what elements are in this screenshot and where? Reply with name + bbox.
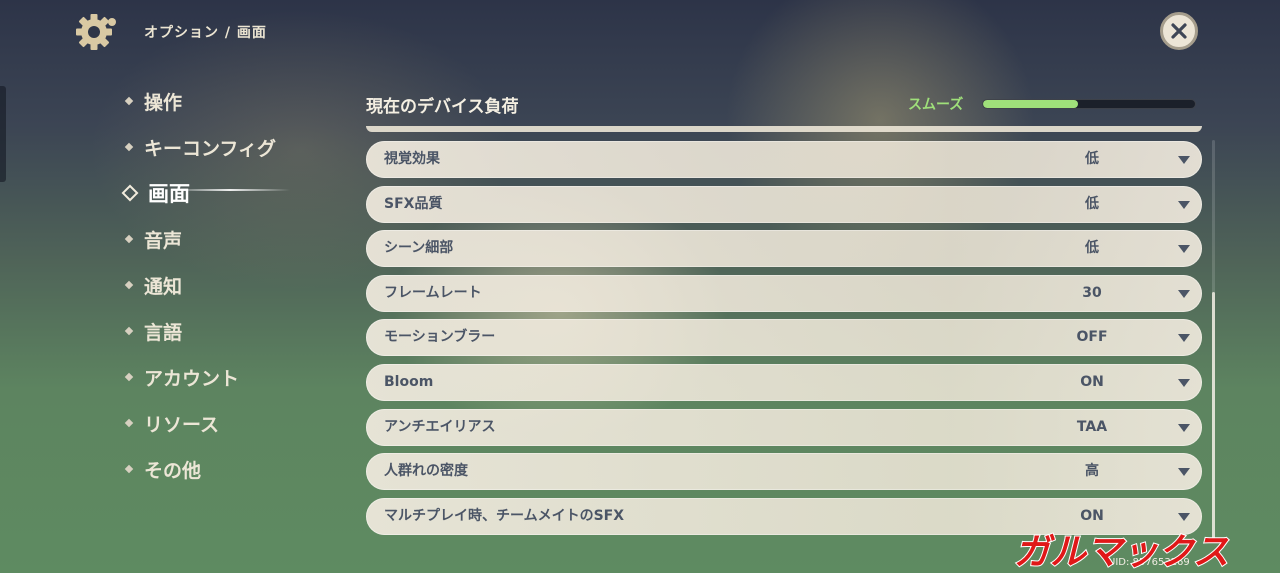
nav-item-label: 言語 [144,321,183,344]
site-watermark-logo: ガルマックス [1013,531,1230,572]
side-edge-tab[interactable] [0,86,6,182]
settings-list: 視覚効果 低 SFX品質 低 シーン細部 低 フレームレート 30 モーションブ… [366,126,1202,546]
setting-row-scene-detail[interactable]: シーン細部 低 [366,230,1202,268]
diamond-bullet-icon [124,280,134,290]
scrollbar-thumb[interactable] [1212,292,1215,540]
setting-label: Bloom [384,373,434,390]
close-icon [1171,23,1187,39]
diamond-bullet-icon [124,142,134,152]
active-item-highlight [170,189,290,191]
nav-item-other[interactable]: その他 [122,446,362,492]
chevron-down-icon[interactable] [1178,378,1190,387]
setting-label: 人群れの密度 [384,463,468,480]
nav-item-notifications[interactable]: 通知 [122,262,362,308]
nav-item-key-config[interactable]: キーコンフィグ [122,124,362,170]
setting-value: ON [1080,373,1104,390]
nav-item-audio[interactable]: 音声 [122,216,362,262]
setting-row-visual-effects[interactable]: 視覚効果 低 [366,141,1202,178]
setting-label: マルチプレイ時、チームメイトのSFX [384,507,625,524]
settings-scrollbar[interactable] [1212,140,1215,540]
chevron-down-icon[interactable] [1178,156,1190,164]
nav-item-label: その他 [144,459,202,482]
setting-row-bloom[interactable]: Bloom ON [366,363,1202,401]
chevron-down-icon[interactable] [1178,289,1190,298]
setting-label: モーションブラー [384,329,496,346]
setting-row-frame-rate[interactable]: フレームレート 30 [366,274,1202,312]
diamond-bullet-icon [124,326,134,336]
chevron-down-icon[interactable] [1178,423,1190,432]
nav-item-label: アカウント [144,367,240,390]
setting-row-motion-blur[interactable]: モーションブラー OFF [366,319,1202,357]
page-header: オプション / 画面 [74,10,267,54]
nav-item-label: 画面 [148,182,190,206]
nav-item-account[interactable]: アカウント [122,354,362,400]
svg-text:ガルマックス: ガルマックス [1014,532,1229,572]
diamond-bullet-icon [124,418,134,428]
setting-label: シーン細部 [384,240,454,257]
setting-value: TAA [1076,418,1108,435]
device-load-bar [982,99,1196,109]
nav-item-controls[interactable]: 操作 [122,78,362,124]
partially-hidden-row [366,126,1202,132]
setting-value: 30 [1082,284,1102,301]
diamond-bullet-icon [124,234,134,244]
setting-value: 低 [1085,151,1099,167]
device-load-status: スムーズ [908,97,964,113]
diamond-bullet-icon [121,184,139,202]
setting-value: 低 [1085,240,1099,257]
nav-item-label: 音声 [144,229,183,252]
nav-item-display[interactable]: 画面 [121,170,362,216]
chevron-down-icon[interactable] [1178,334,1190,343]
chevron-down-icon[interactable] [1178,245,1190,254]
nav-item-resources[interactable]: リソース [122,400,362,446]
gear-icon [76,14,116,50]
nav-item-label: リソース [144,413,220,436]
setting-value: 低 [1085,195,1099,212]
setting-label: SFX品質 [384,195,443,212]
nav-item-language[interactable]: 言語 [122,308,362,354]
setting-value: OFF [1076,329,1108,346]
diamond-bullet-icon [124,464,134,474]
chevron-down-icon[interactable] [1178,512,1190,521]
close-button[interactable] [1160,12,1198,50]
chevron-down-icon[interactable] [1178,468,1190,477]
chevron-down-icon[interactable] [1178,200,1190,209]
nav-item-label: 通知 [144,275,183,298]
setting-label: 視覚効果 [384,151,440,167]
setting-row-crowd-density[interactable]: 人群れの密度 高 [366,453,1202,491]
setting-label: アンチエイリアス [384,418,496,435]
settings-nav: 操作 キーコンフィグ 画面 音声 通知 言語 アカウント リソース その他 [121,78,362,492]
setting-row-sfx-quality[interactable]: SFX品質 低 [366,185,1202,223]
setting-row-anti-aliasing[interactable]: アンチエイリアス TAA [366,408,1202,446]
device-load-title: 現在のデバイス負荷 [366,97,519,117]
nav-item-label: 操作 [144,91,183,114]
breadcrumb: オプション / 画面 [144,25,267,41]
diamond-bullet-icon [124,96,134,106]
diamond-bullet-icon [124,372,134,382]
device-load-bar-fill [983,100,1079,108]
setting-label: フレームレート [384,284,482,301]
setting-value: 高 [1085,463,1099,480]
nav-item-label: キーコンフィグ [144,137,277,160]
